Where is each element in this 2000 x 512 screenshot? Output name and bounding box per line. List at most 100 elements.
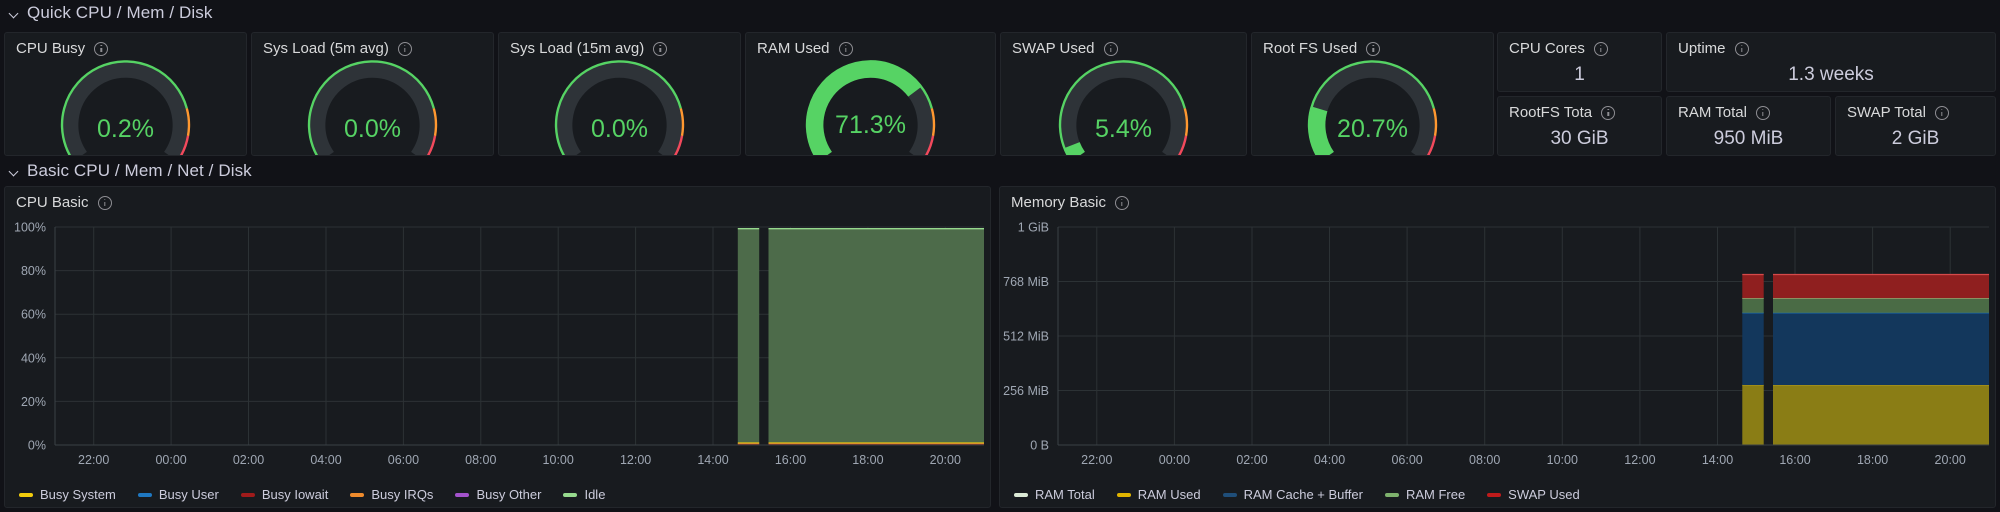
info-circle-icon[interactable]	[1734, 41, 1749, 56]
panel-gauge-swap-used[interactable]: SWAP Used 5.4%	[1000, 32, 1247, 156]
svg-text:14:00: 14:00	[1702, 453, 1733, 467]
gauge: 5.4%	[1001, 55, 1246, 155]
legend-item[interactable]: Idle	[563, 487, 605, 502]
stat-body: 30 GiB	[1498, 123, 1661, 155]
info-circle-icon[interactable]	[397, 41, 412, 56]
panel-header: Sys Load (15m avg)	[499, 33, 740, 57]
row-header-basic[interactable]: Basic CPU / Mem / Net / Disk	[0, 158, 600, 184]
info-circle-icon[interactable]	[1103, 41, 1118, 56]
panel-gauge-sys-load-15m-avg[interactable]: Sys Load (15m avg) 0.0%	[498, 32, 741, 156]
stat-value: 2 GiB	[1891, 128, 1940, 149]
memory-basic-legend[interactable]: RAM Total RAM Used RAM Cache + Buffer RA…	[1000, 487, 1995, 502]
svg-text:20:00: 20:00	[1935, 453, 1966, 467]
svg-text:22:00: 22:00	[1081, 453, 1112, 467]
legend-color-swatch	[1222, 492, 1237, 497]
cpu-basic-plot[interactable]: 0% 20% 40% 60% 80% 100% 22:00 00:00 02:00 04:00 06…	[5, 213, 990, 507]
legend-label: Busy User	[158, 487, 219, 502]
panel-cpu-basic[interactable]: CPU Basic 0% 20% 40% 60% 80% 100% 22:00 00:00 02…	[4, 186, 991, 508]
legend-item[interactable]: RAM Total	[1014, 487, 1095, 502]
info-circle-icon[interactable]	[1593, 41, 1608, 56]
legend-item[interactable]: Busy IRQs	[350, 487, 433, 502]
svg-text:12:00: 12:00	[1624, 453, 1655, 467]
svg-text:60%: 60%	[21, 308, 46, 322]
svg-text:20:00: 20:00	[930, 453, 961, 467]
legend-item[interactable]: Busy Other	[455, 487, 541, 502]
panel-stat-cpu-cores[interactable]: CPU Cores 1	[1497, 32, 1662, 92]
panel-stat-rootfs-tota[interactable]: RootFS Tota 30 GiB	[1497, 96, 1662, 156]
svg-text:1 GiB: 1 GiB	[1018, 221, 1049, 235]
panel-gauge-cpu-busy[interactable]: CPU Busy 0.2%	[4, 32, 247, 156]
info-circle-icon[interactable]	[97, 195, 112, 210]
panel-stat-uptime[interactable]: Uptime 1.3 weeks	[1666, 32, 1996, 92]
legend-label: Busy Other	[476, 487, 542, 502]
svg-text:16:00: 16:00	[775, 453, 806, 467]
chevron-down-icon[interactable]	[9, 8, 20, 19]
svg-text:18:00: 18:00	[852, 453, 883, 467]
panel-gauge-root-fs-used[interactable]: Root FS Used 20.7%	[1251, 32, 1494, 156]
gauge: 0.0%	[499, 55, 740, 155]
panel-header: RootFS Tota	[1498, 97, 1661, 121]
memory-basic-plot[interactable]: 0 B 256 MiB 512 MiB 768 MiB 1 GiB 22:00 00:00 0…	[1000, 213, 1995, 507]
panel-title-text: RootFS Tota	[1509, 104, 1593, 121]
chevron-down-icon[interactable]	[9, 166, 20, 177]
legend-item[interactable]: RAM Used	[1116, 487, 1201, 502]
info-circle-icon[interactable]	[1934, 105, 1949, 120]
svg-text:22:00: 22:00	[78, 453, 109, 467]
legend-label: RAM Free	[1405, 487, 1466, 502]
panel-header: Memory Basic	[1000, 187, 1995, 211]
svg-text:10:00: 10:00	[543, 453, 574, 467]
panel-title-text: CPU Cores	[1509, 40, 1585, 57]
legend-color-swatch	[455, 492, 470, 497]
info-circle-icon[interactable]	[1601, 105, 1616, 120]
panel-title-text: RAM Total	[1678, 104, 1747, 121]
row-header-quick[interactable]: Quick CPU / Mem / Disk	[0, 0, 600, 26]
stat-body: 1	[1498, 59, 1661, 91]
gauge-value: 0.0%	[591, 115, 648, 143]
panel-title-text: Memory Basic	[1011, 194, 1107, 211]
cpu-basic-legend[interactable]: Busy System Busy User Busy Iowait Busy I…	[5, 487, 990, 502]
panel-header: Root FS Used	[1252, 33, 1493, 57]
gauge-svg	[805, 60, 936, 155]
legend-item[interactable]: Busy System	[19, 487, 116, 502]
gauge-value: 71.3%	[835, 111, 906, 139]
panel-stat-ram-total[interactable]: RAM Total 950 MiB	[1666, 96, 1831, 156]
info-circle-icon[interactable]	[1115, 195, 1130, 210]
gauge: 0.2%	[5, 55, 246, 155]
legend-item[interactable]: RAM Cache + Buffer	[1222, 487, 1363, 502]
info-circle-icon[interactable]	[653, 41, 668, 56]
gauge: 0.0%	[252, 55, 493, 155]
info-circle-icon[interactable]	[94, 41, 109, 56]
svg-text:80%: 80%	[21, 264, 46, 278]
panel-gauge-ram-used[interactable]: RAM Used 71.3%	[745, 32, 996, 156]
svg-text:256 MiB: 256 MiB	[1003, 384, 1049, 398]
svg-text:08:00: 08:00	[1469, 453, 1500, 467]
panel-title-text: SWAP Total	[1847, 104, 1926, 121]
info-circle-icon[interactable]	[1755, 105, 1770, 120]
gauge-value: 0.0%	[344, 115, 401, 143]
svg-text:768 MiB: 768 MiB	[1003, 275, 1049, 289]
legend-item[interactable]: Busy User	[137, 487, 219, 502]
row-title: Quick CPU / Mem / Disk	[27, 3, 213, 22]
legend-item[interactable]: Busy Iowait	[240, 487, 328, 502]
panel-title-text: Uptime	[1678, 40, 1726, 57]
legend-label: RAM Used	[1137, 487, 1201, 502]
svg-text:20%: 20%	[21, 395, 46, 409]
panel-header: CPU Cores	[1498, 33, 1661, 57]
panel-stat-swap-total[interactable]: SWAP Total 2 GiB	[1835, 96, 1996, 156]
stat-value: 1.3 weeks	[1788, 64, 1874, 85]
legend-color-swatch	[1116, 492, 1131, 497]
panel-gauge-sys-load-5m-avg[interactable]: Sys Load (5m avg) 0.0%	[251, 32, 494, 156]
panel-header: CPU Busy	[5, 33, 246, 57]
legend-color-swatch	[19, 492, 33, 497]
gauge-value: 5.4%	[1095, 115, 1152, 143]
svg-text:04:00: 04:00	[310, 453, 341, 467]
panel-memory-basic[interactable]: Memory Basic 0 B 256 MiB 512 MiB 768 MiB 1 G…	[999, 186, 1996, 508]
info-circle-icon[interactable]	[838, 41, 853, 56]
legend-color-swatch	[1384, 492, 1399, 497]
legend-label: SWAP Used	[1508, 487, 1580, 502]
legend-item[interactable]: SWAP Used	[1487, 487, 1580, 502]
info-circle-icon[interactable]	[1366, 41, 1381, 56]
panel-header: RAM Used	[746, 33, 995, 57]
stat-value: 950 MiB	[1713, 128, 1784, 149]
legend-item[interactable]: RAM Free	[1384, 487, 1466, 502]
